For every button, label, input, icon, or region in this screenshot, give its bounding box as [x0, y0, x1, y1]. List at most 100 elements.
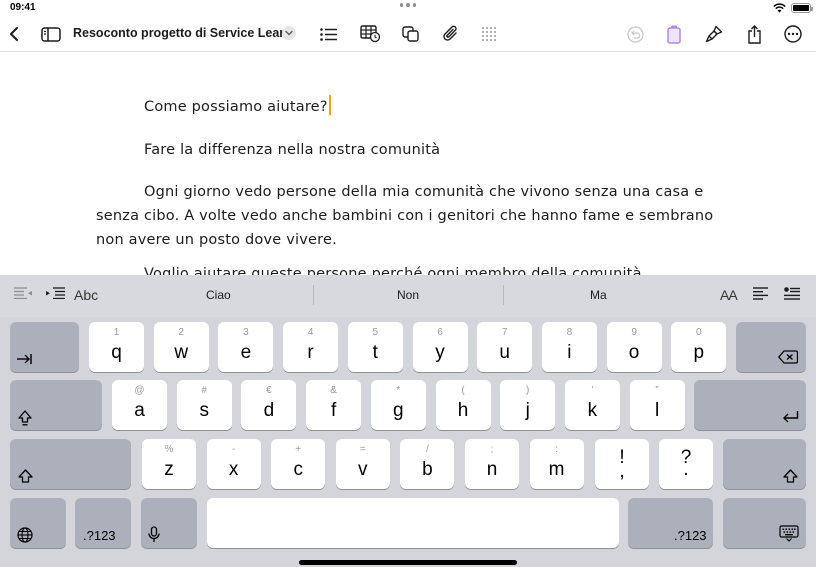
back-chevron-icon[interactable]: [6, 22, 22, 46]
key-primary-char: q: [111, 342, 122, 363]
caps-lock-key[interactable]: [10, 380, 102, 430]
key-i[interactable]: 8i: [541, 322, 597, 372]
key-j[interactable]: ) j: [500, 380, 556, 430]
status-bar: 09:41: [0, 0, 816, 16]
key-d[interactable]: € d: [241, 380, 297, 430]
key-secondary-char: *: [396, 385, 401, 396]
text-style-abc[interactable]: Abc: [74, 287, 98, 303]
key-q[interactable]: 1q: [89, 322, 144, 372]
key-r[interactable]: 4r: [283, 322, 339, 372]
key-primary-char: s: [199, 400, 209, 421]
key-x[interactable]: -x: [206, 439, 261, 489]
share-icon[interactable]: [744, 22, 764, 46]
key-exclamation-comma[interactable]: ! ,: [595, 439, 649, 489]
sidebar-toggle-icon[interactable]: [40, 22, 62, 46]
battery-icon: [791, 3, 813, 13]
align-left-icon[interactable]: [753, 287, 768, 303]
key-a[interactable]: @ a: [112, 380, 167, 430]
paragraph-partial[interactable]: Voglio aiutare queste persone perché ogn…: [144, 262, 642, 275]
numbers-key-label: .?123: [83, 528, 116, 543]
key-t[interactable]: 5t: [347, 322, 403, 372]
key-secondary-char: /: [426, 444, 429, 455]
paragraph-body[interactable]: Ogni giorno vedo persone della mia comun…: [96, 180, 736, 252]
key-secondary-char: 8: [566, 327, 573, 338]
key-question-period[interactable]: ? .: [659, 439, 713, 489]
key-primary-char: n: [486, 459, 498, 480]
checklist-format-icon[interactable]: [784, 287, 800, 303]
key-primary-char: d: [263, 400, 275, 421]
multitasking-dots-icon[interactable]: [400, 3, 416, 9]
more-options-icon[interactable]: [783, 22, 803, 46]
space-bar[interactable]: [207, 498, 619, 548]
key-z[interactable]: % z: [142, 439, 196, 489]
key-o[interactable]: 9o: [606, 322, 662, 372]
key-h[interactable]: (h: [435, 380, 491, 430]
key-u[interactable]: 7u: [477, 322, 533, 372]
wifi-icon: [773, 3, 786, 13]
document-title[interactable]: Resoconto progetto di Service Lear...: [73, 26, 294, 40]
list-format-icon[interactable]: [319, 22, 337, 46]
key-primary-char: j: [525, 400, 530, 421]
key-primary-char: f: [330, 400, 337, 421]
numbers-key-left[interactable]: .?123: [75, 498, 131, 548]
suggestion-word-3[interactable]: Ma: [590, 288, 607, 302]
format-paintbrush-icon[interactable]: [704, 22, 724, 46]
text-size-icon[interactable]: AA: [720, 287, 738, 303]
key-secondary-char: #: [201, 385, 207, 396]
key-w[interactable]: 2w: [153, 322, 209, 372]
key-secondary-char: ): [526, 385, 530, 396]
presenter-mode-icon[interactable]: [665, 22, 683, 46]
document-body[interactable]: Come possiamo aiutare? Fare la differenz…: [0, 53, 816, 275]
key-s[interactable]: # s: [176, 380, 232, 430]
status-time: 09:41: [10, 2, 36, 13]
numbers-key-right[interactable]: .?123: [628, 498, 713, 548]
indent-decrease-icon[interactable]: [14, 287, 34, 302]
key-primary-char: o: [628, 342, 640, 363]
suggestion-divider: [313, 285, 314, 305]
paperclip-icon[interactable]: [441, 22, 461, 46]
grid-dots-icon[interactable]: [480, 22, 498, 46]
shift-key-left[interactable]: [10, 439, 131, 489]
shift-key-right[interactable]: [723, 439, 806, 489]
key-p[interactable]: 0p: [671, 322, 727, 372]
tab-key[interactable]: [10, 322, 79, 372]
paragraph-subheading[interactable]: Fare la differenza nella nostra comunità: [144, 138, 440, 162]
key-f[interactable]: & f: [306, 380, 362, 430]
shapes-icon[interactable]: [401, 22, 421, 46]
globe-key[interactable]: [10, 498, 66, 548]
return-key[interactable]: [694, 380, 806, 430]
delete-key[interactable]: [736, 322, 806, 372]
suggestion-word-2[interactable]: Non: [397, 288, 419, 302]
key-secondary-char: -: [231, 444, 236, 455]
undo-icon[interactable]: [625, 22, 645, 46]
key-secondary-char: ”: [655, 385, 659, 396]
key-secondary-char: ’: [591, 385, 594, 396]
key-secondary-char: 2: [178, 327, 184, 338]
key-m[interactable]: :m: [529, 439, 584, 489]
suggestion-word-1[interactable]: Ciao: [206, 288, 231, 302]
toolbar: Resoconto progetto di Service Lear...: [0, 16, 816, 52]
dictation-key[interactable]: [141, 498, 197, 548]
title-menu-chevron-icon[interactable]: [282, 26, 296, 40]
paragraph-heading[interactable]: Come possiamo aiutare?: [144, 95, 331, 119]
home-indicator[interactable]: [299, 560, 517, 565]
key-v[interactable]: = v: [335, 439, 390, 489]
hide-keyboard-key[interactable]: [723, 498, 806, 548]
key-l[interactable]: ” l: [629, 380, 685, 430]
key-primary-char: y: [435, 342, 445, 363]
key-g[interactable]: * g: [370, 380, 426, 430]
table-icon[interactable]: [359, 22, 381, 46]
key-e[interactable]: 3e: [218, 322, 274, 372]
key-primary-char: p: [693, 342, 705, 363]
key-b[interactable]: / b: [400, 439, 455, 489]
key-primary-char: a: [134, 400, 145, 421]
key-secondary-char: 4: [307, 327, 314, 338]
key-primary-char: g: [393, 400, 404, 421]
key-y[interactable]: 6y: [412, 322, 468, 372]
key-c[interactable]: + c: [271, 439, 326, 489]
key-secondary-char: 7: [501, 327, 508, 338]
key-n[interactable]: ; n: [465, 439, 519, 489]
key-k[interactable]: ’ k: [564, 380, 620, 430]
indent-increase-icon[interactable]: [46, 287, 66, 302]
key-secondary-char: =: [359, 444, 366, 455]
